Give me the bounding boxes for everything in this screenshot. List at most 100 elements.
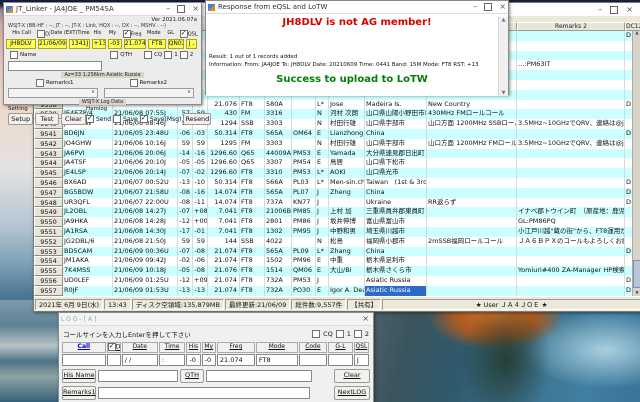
- cell[interactable]: 埼玉県川越市: [365, 226, 427, 237]
- cell[interactable]: L*: [316, 168, 329, 178]
- clear-button[interactable]: Clear: [334, 369, 370, 383]
- cell[interactable]: FT8: [240, 187, 265, 198]
- cell[interactable]: Zheng: [329, 187, 365, 198]
- scroll-down-icon[interactable]: ▼: [635, 291, 638, 296]
- cell[interactable]: -17: [178, 226, 193, 237]
- two-checkbox[interactable]: [179, 51, 188, 59]
- cell[interactable]: 三重県員弁郡東員町: [365, 207, 427, 218]
- row-number-cell[interactable]: 9547: [34, 187, 63, 198]
- cell[interactable]: JA9HKA: [63, 217, 113, 227]
- remarks2-checkbox[interactable]: [129, 79, 138, 87]
- cell[interactable]: 坂井伸博: [329, 217, 365, 227]
- cell[interactable]: 565A: [265, 246, 292, 257]
- cell[interactable]: JA4TSF: [63, 158, 113, 169]
- cq-checkbox[interactable]: [144, 51, 153, 59]
- cell[interactable]: -08: [178, 187, 193, 198]
- cell[interactable]: 村田行雄: [329, 138, 365, 149]
- cell[interactable]: [517, 79, 625, 90]
- cell[interactable]: -16: [193, 148, 208, 159]
- scrollbar-thumb[interactable]: [633, 260, 640, 288]
- cell[interactable]: FT8: [240, 256, 265, 267]
- dx-input[interactable]: [106, 354, 121, 366]
- cell[interactable]: Asiatic Russia: [365, 275, 427, 286]
- cell[interactable]: [517, 187, 625, 198]
- cell[interactable]: FT8: [240, 226, 265, 237]
- cell[interactable]: [329, 275, 365, 286]
- cell[interactable]: L*: [316, 99, 329, 110]
- qsl-field[interactable]: J ,: [186, 39, 197, 49]
- row-number-cell[interactable]: 9549: [34, 207, 63, 218]
- cell[interactable]: 2mSSB福岡ロールコール: [427, 236, 517, 247]
- cq-checkbox[interactable]: [312, 330, 321, 338]
- cell[interactable]: -10: [193, 177, 208, 188]
- cell[interactable]: [427, 226, 517, 237]
- his-column-button[interactable]: His: [186, 342, 201, 353]
- dx-column-button[interactable]: DX: [106, 342, 121, 353]
- cell[interactable]: China: [365, 187, 427, 198]
- cell[interactable]: E: [316, 128, 329, 139]
- cell[interactable]: -13: [193, 285, 208, 296]
- cell[interactable]: 21/06/06 10:16J: [113, 138, 178, 149]
- mode-field[interactable]: FT8: [148, 39, 166, 49]
- cell[interactable]: 50.314: [208, 128, 240, 139]
- cell[interactable]: Taiwan (1st & 3rd Cla: [365, 177, 427, 188]
- cell[interactable]: FT8: [240, 285, 265, 296]
- cell[interactable]: L*: [316, 177, 329, 188]
- call-input[interactable]: [62, 354, 106, 366]
- cell[interactable]: Ukraine: [365, 197, 427, 208]
- cell[interactable]: 44009A: [265, 148, 292, 159]
- cell[interactable]: 21.076: [208, 99, 240, 110]
- column-header[interactable]: Remarks 2: [517, 22, 625, 31]
- cell[interactable]: SSB: [240, 236, 265, 247]
- remarks1-checkbox[interactable]: [36, 79, 44, 87]
- cell[interactable]: PL09: [292, 246, 316, 257]
- close-icon[interactable]: ×: [626, 5, 633, 14]
- cell[interactable]: E: [316, 256, 329, 267]
- cell[interactable]: Igor A. Deat: [329, 285, 365, 296]
- cell[interactable]: -06: [178, 128, 193, 139]
- his-report-field[interactable]: +13: [92, 39, 107, 49]
- cell[interactable]: BD5CAM: [63, 246, 113, 257]
- cell[interactable]: 山口方面 1200MHz SSBロールコ: [427, 119, 517, 129]
- cell[interactable]: 59: [178, 138, 193, 149]
- column-header[interactable]: DC12: [625, 22, 640, 31]
- cell[interactable]: 50.314: [208, 177, 240, 188]
- cell[interactable]: 732A: [265, 275, 292, 286]
- cell[interactable]: 中野和男: [329, 226, 365, 237]
- cell[interactable]: Jose: [329, 99, 365, 110]
- cell[interactable]: FT8: [240, 246, 265, 257]
- row-number-cell[interactable]: 9555: [34, 266, 63, 276]
- cell[interactable]: 3303: [265, 138, 292, 149]
- cell[interactable]: J: [316, 197, 329, 208]
- cell[interactable]: New Country: [427, 99, 517, 110]
- row-number-cell[interactable]: 9548: [34, 197, 63, 208]
- his-name-button[interactable]: His Name: [62, 369, 96, 383]
- cell[interactable]: 3310: [265, 168, 292, 178]
- call-column-button[interactable]: Call: [62, 342, 106, 353]
- gl-field[interactable]: QN02: [167, 39, 185, 49]
- cell[interactable]: [427, 158, 517, 169]
- cell[interactable]: [292, 109, 316, 120]
- cell[interactable]: Madeira Is.: [365, 99, 427, 110]
- cell[interactable]: JL2OBL: [63, 207, 113, 218]
- cell[interactable]: 21.076: [208, 266, 240, 276]
- cell[interactable]: PL03: [292, 177, 316, 188]
- dx-checkbox[interactable]: [37, 30, 46, 38]
- cell[interactable]: [517, 70, 625, 80]
- cell[interactable]: 59: [193, 138, 208, 149]
- code-column-button[interactable]: Code: [298, 342, 328, 353]
- cell[interactable]: -08: [193, 246, 208, 257]
- cell[interactable]: FM: [240, 109, 265, 120]
- cell[interactable]: 21/06/06 20:14J: [113, 168, 178, 178]
- cell[interactable]: [427, 187, 517, 198]
- cell[interactable]: 7.041: [208, 226, 240, 237]
- cell[interactable]: 1296.60: [208, 158, 240, 169]
- cell[interactable]: 580A: [265, 99, 292, 110]
- qth-checkbox[interactable]: [110, 51, 119, 59]
- date-column-button[interactable]: Date: [121, 342, 158, 353]
- freq-input[interactable]: 21.074: [216, 354, 255, 366]
- cell[interactable]: 3.5MHz~10GHzでQRV、連絡は@jarl.com: [517, 119, 625, 129]
- my-report-field[interactable]: -03: [108, 39, 122, 49]
- cell[interactable]: Yamada: [329, 148, 365, 159]
- cell[interactable]: 21/06/07 00:52U: [113, 177, 178, 188]
